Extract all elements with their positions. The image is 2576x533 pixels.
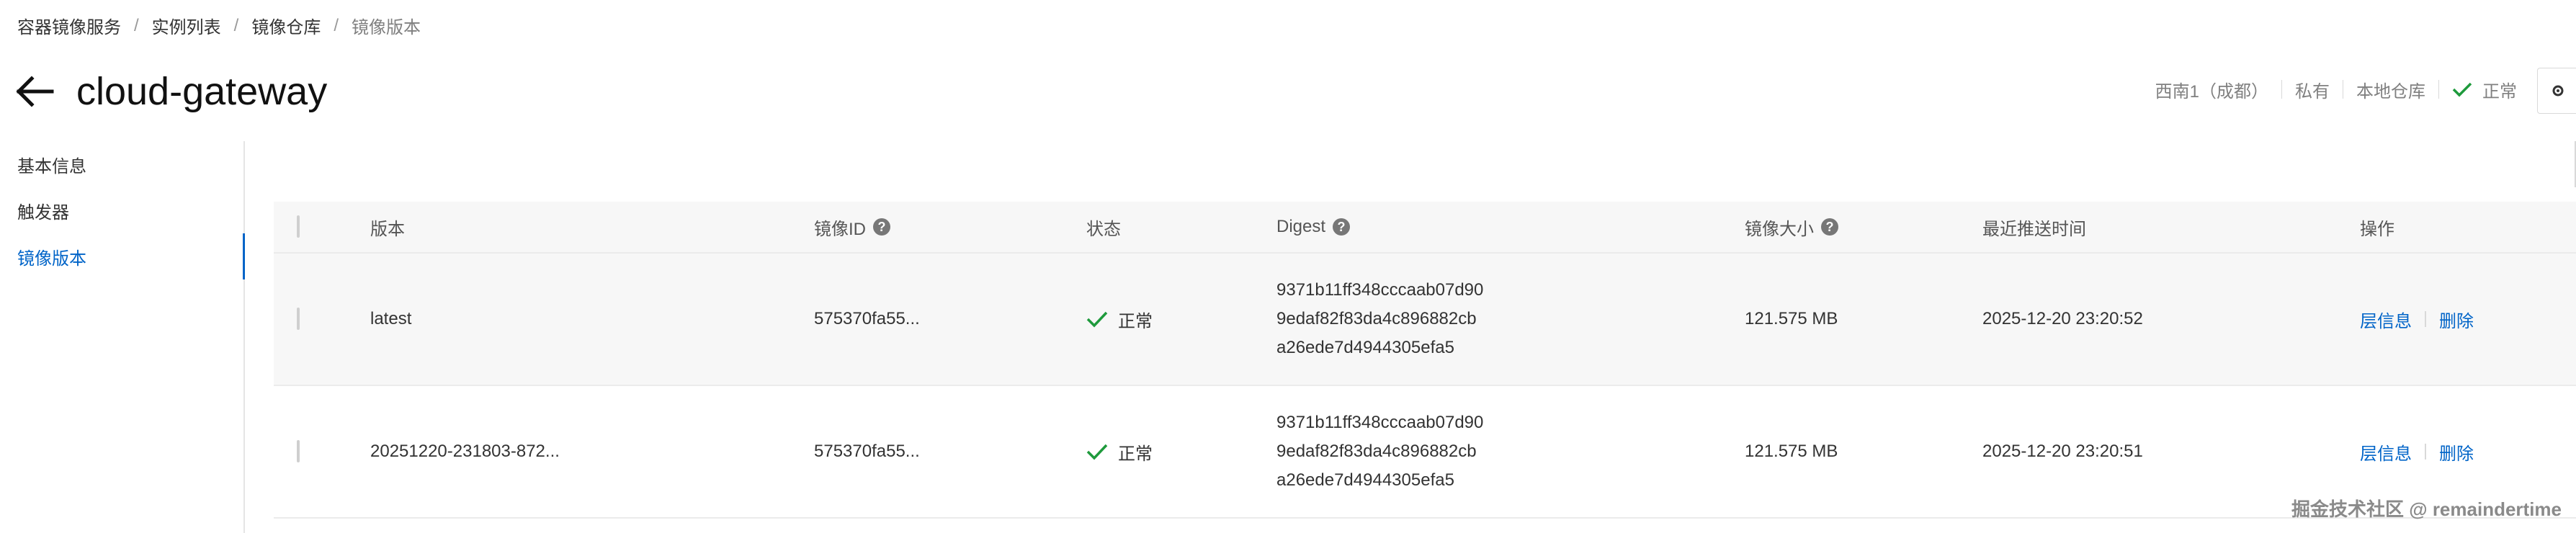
page-title: cloud-gateway [76,70,328,113]
row-checkbox[interactable] [297,440,300,462]
sidebar-item-basic-info[interactable]: 基本信息 [0,141,243,187]
breadcrumb-separator: / [134,15,139,35]
image-id-cell: 575370fa55... [814,442,920,461]
pushed-time-cell: 2025-12-20 23:20:52 [1982,309,2143,328]
breadcrumb: 容器镜像服务 / 实例列表 / 镜像仓库 / 镜像版本 [17,13,421,38]
size-cell: 121.575 MB [1745,442,1838,461]
delete-link[interactable]: 删除 [2439,307,2474,332]
image-version-table: 版本 镜像ID ? 状态 Digest ? 镜像大小 ? 最近推送时间 操作 l… [274,202,2576,519]
help-icon[interactable]: ? [1821,218,1838,236]
column-header-version: 版本 [370,219,405,239]
help-icon[interactable]: ? [873,218,890,236]
digest-line: a26ede7d4944305efa5 [1276,338,1454,357]
sidebar-item-label: 触发器 [17,202,69,223]
check-icon [1086,311,1108,328]
row-checkbox[interactable] [297,308,300,330]
visibility-label: 私有 [2295,81,2330,102]
digest-line: a26ede7d4944305efa5 [1276,470,1454,490]
divider [2281,80,2282,99]
column-header-image-id: 镜像ID ? [814,215,890,240]
check-icon [1086,444,1108,460]
status-label: 正常 [1118,311,1153,331]
layer-info-link[interactable]: 层信息 [2360,307,2412,332]
watermark: 掘金技术社区 @ remaindertime [2291,498,2562,520]
breadcrumb-separator: / [233,15,239,35]
column-header-digest: Digest ? [1276,217,1351,237]
status-label: 正常 [1118,444,1153,464]
status-cell: 正常 [1086,439,1153,465]
sidebar-item-triggers[interactable]: 触发器 [0,187,243,233]
table-row: 20251220-231803-872... 575370fa55... 正常 … [274,386,2576,519]
digest-line: 9371b11ff348cccaab07d90 [1276,280,1484,300]
help-icon[interactable]: ? [1333,218,1351,236]
breadcrumb-separator: / [334,15,339,35]
sidebar-item-label: 基本信息 [17,156,86,176]
more-actions-button[interactable] [2537,68,2576,114]
column-header-status: 状态 [1086,219,1121,239]
delete-link[interactable]: 删除 [2439,439,2474,465]
divider [2425,444,2426,460]
sidebar-item-label: 镜像版本 [17,248,86,269]
divider [2425,311,2426,327]
ops-cell: 层信息 删除 [2360,439,2474,465]
column-header-label: 镜像大小 [1745,219,1814,239]
layer-info-link[interactable]: 层信息 [2360,439,2412,465]
digest-cell: 9371b11ff348cccaab07d90 9edaf82f83da4c89… [1276,408,1483,495]
table-header: 版本 镜像ID ? 状态 Digest ? 镜像大小 ? 最近推送时间 操作 [274,202,2576,254]
sidebar-item-image-versions[interactable]: 镜像版本 [0,233,245,279]
breadcrumb-item-instances[interactable]: 实例列表 [152,13,221,38]
repo-state-label: 正常 [2482,81,2517,102]
column-header-ops: 操作 [2360,219,2394,239]
check-icon [2452,82,2472,97]
image-id-cell: 575370fa55... [814,309,920,328]
pushed-time-cell: 2025-12-20 23:20:51 [1982,442,2143,461]
sidebar: 基本信息 触发器 镜像版本 [0,141,245,533]
ops-cell: 层信息 删除 [2360,307,2474,332]
column-header-label: Digest [1276,217,1326,236]
digest-line: 9edaf82f83da4c896882cb [1276,309,1477,328]
digest-line: 9edaf82f83da4c896882cb [1276,442,1477,461]
version-cell: 20251220-231803-872... [370,442,560,461]
column-header-label: 镜像ID [814,219,866,239]
digest-cell: 9371b11ff348cccaab07d90 9edaf82f83da4c89… [1276,276,1483,362]
repo-status-bar: 西南1（成都） 私有 本地仓库 正常 [2155,75,2517,104]
repo-type-label: 本地仓库 [2356,81,2425,102]
back-arrow-icon[interactable] [16,72,55,111]
table-row: latest 575370fa55... 正常 9371b11ff348ccca… [274,254,2576,386]
breadcrumb-item-current: 镜像版本 [352,18,421,37]
column-header-pushed: 最近推送时间 [1982,219,2086,239]
version-cell: latest [370,309,412,328]
repo-state: 正常 [2452,77,2517,102]
status-cell: 正常 [1086,307,1153,332]
select-all-checkbox[interactable] [297,215,300,238]
page-header: cloud-gateway [16,66,327,117]
breadcrumb-item-service[interactable]: 容器镜像服务 [17,13,121,38]
gear-icon [2552,85,2563,97]
divider [2438,80,2439,99]
column-header-size: 镜像大小 ? [1745,215,1838,240]
size-cell: 121.575 MB [1745,309,1838,328]
region-label: 西南1（成都） [2155,81,2268,102]
breadcrumb-item-repositories[interactable]: 镜像仓库 [251,13,321,38]
digest-line: 9371b11ff348cccaab07d90 [1276,413,1484,432]
